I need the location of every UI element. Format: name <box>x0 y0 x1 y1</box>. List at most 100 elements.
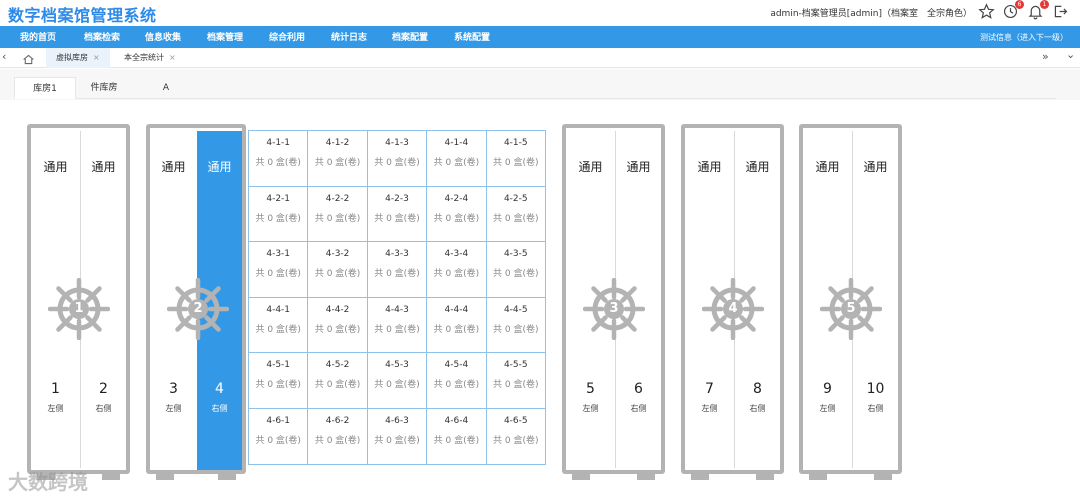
shelf-position: 4-4-3 <box>385 304 409 315</box>
door-number: 7 <box>705 381 714 397</box>
shelf-cell[interactable]: 4-3-1 共 0 盒(卷) <box>247 241 309 298</box>
shelf-row: 4-5-1 共 0 盒(卷) 4-5-2 共 0 盒(卷) 4-5-3 共 0 盒(卷) 4… <box>247 352 547 409</box>
door-side: 左侧 <box>582 404 599 413</box>
shelf-cell[interactable]: 4-1-4 共 0 盒(卷) <box>426 130 487 187</box>
nav-info-collect[interactable]: 信息收集 <box>145 30 181 43</box>
subtab-a[interactable]: A <box>142 77 190 99</box>
shelf-cell[interactable]: 4-1-1 共 0 盒(卷) <box>247 130 309 187</box>
shelf-cell[interactable]: 4-3-5 共 0 盒(卷) <box>485 241 547 298</box>
wheel-number: 4 <box>728 301 738 316</box>
shelf-position: 4-3-1 <box>266 249 291 260</box>
shelf-count: 共 0 盒(卷) <box>433 324 480 335</box>
tab-fonds-stats[interactable]: 本全宗统计 × <box>114 48 186 68</box>
steering-wheel-icon[interactable]: 4 <box>702 278 764 340</box>
door-side: 右侧 <box>867 404 884 413</box>
tab-scroll-left[interactable]: ‹ <box>2 50 6 63</box>
shelf-cell[interactable]: 4-2-3 共 0 盒(卷) <box>366 185 428 243</box>
shelf-cell[interactable]: 4-3-4 共 0 盒(卷) <box>426 241 487 298</box>
door-label: 通用 <box>43 160 68 174</box>
clock-icon[interactable]: 6 <box>1002 0 1024 20</box>
shelf-cell[interactable]: 4-6-1 共 0 盒(卷) <box>247 407 309 465</box>
bell-icon[interactable]: 1 <box>1027 0 1049 20</box>
shelf-cell[interactable]: 4-5-1 共 0 盒(卷) <box>247 352 309 409</box>
shelf-cell[interactable]: 4-4-2 共 0 盒(卷) <box>307 296 368 354</box>
shelf-cell[interactable]: 4-5-4 共 0 盒(卷) <box>426 352 487 409</box>
steering-wheel-icon[interactable]: 2 <box>167 278 229 340</box>
shelf-position: 4-3-2 <box>325 249 350 260</box>
shelf-count: 共 0 盒(卷) <box>433 213 480 224</box>
shelf-cell[interactable]: 4-4-3 共 0 盒(卷) <box>366 296 428 354</box>
door-side: 左侧 <box>47 404 64 413</box>
shelf-cell[interactable]: 4-2-2 共 0 盒(卷) <box>307 185 368 243</box>
shelf-cell[interactable]: 4-1-2 共 0 盒(卷) <box>307 130 368 187</box>
clock-badge: 6 <box>1015 0 1024 9</box>
steering-wheel-icon[interactable]: 3 <box>583 278 645 340</box>
user-info[interactable]: admin-档案管理员[admin]（档案室 全宗角色） <box>770 6 972 19</box>
nav-utilization[interactable]: 综合利用 <box>269 30 305 43</box>
shelf-cell[interactable]: 4-1-5 共 0 盒(卷) <box>485 130 547 187</box>
main-nav: 我的首页 档案检索 信息收集 档案管理 综合利用 统计日志 档案配置 系统配置 … <box>0 26 1080 48</box>
shelf-position: 4-5-2 <box>325 360 350 371</box>
nav-system-config[interactable]: 系统配置 <box>454 30 490 43</box>
close-icon[interactable]: × <box>169 53 176 62</box>
door-label: 通用 <box>626 160 651 174</box>
chevron-down-icon[interactable]: ⌄ <box>1066 48 1075 61</box>
shelf-count: 共 0 盒(卷) <box>374 158 420 168</box>
shelf-cell[interactable]: 4-4-1 共 0 盒(卷) <box>247 296 309 354</box>
shelf-cell[interactable]: 4-5-5 共 0 盒(卷) <box>485 352 547 409</box>
shelf-position: 4-4-1 <box>266 304 291 315</box>
nav-home[interactable]: 我的首页 <box>20 30 56 43</box>
subtab-item-warehouse[interactable]: 件库房 <box>76 77 132 99</box>
shelf-count: 共 0 盒(卷) <box>374 435 420 446</box>
shelf-position: 4-3-4 <box>444 249 469 260</box>
shelf-cell[interactable]: 4-5-2 共 0 盒(卷) <box>307 352 368 409</box>
shelf-cell[interactable]: 4-5-3 共 0 盒(卷) <box>366 352 428 409</box>
wheel-number: 5 <box>846 301 856 316</box>
door-side: 左侧 <box>165 404 182 413</box>
subtab-warehouse-1[interactable]: 库房1 <box>14 77 76 99</box>
shelf-count: 共 0 盒(卷) <box>433 380 480 391</box>
shelf-count: 共 0 盒(卷) <box>433 158 480 168</box>
shelf-position: 4-6-3 <box>385 415 409 426</box>
app-title: 数字档案馆管理系统 <box>8 6 157 25</box>
tab-virtual-warehouse[interactable]: 虚拟库房 × <box>46 48 110 68</box>
door-label: 通用 <box>697 160 722 174</box>
shelf-cell[interactable]: 4-2-5 共 0 盒(卷) <box>485 185 547 243</box>
close-icon[interactable]: × <box>93 53 100 62</box>
shelf-position: 4-4-5 <box>503 304 528 315</box>
shelf-cell[interactable]: 4-3-2 共 0 盒(卷) <box>307 241 368 298</box>
nav-archive-manage[interactable]: 档案管理 <box>207 30 243 43</box>
shelf-position: 4-6-2 <box>325 415 350 426</box>
shelf-cell[interactable]: 4-6-5 共 0 盒(卷) <box>485 407 547 465</box>
shelf-count: 共 0 盒(卷) <box>433 435 480 446</box>
shelf-cell[interactable]: 4-1-3 共 0 盒(卷) <box>366 130 428 187</box>
shelf-row: 4-4-1 共 0 盒(卷) 4-4-2 共 0 盒(卷) 4-4-3 共 0 盒(卷) 4… <box>247 296 547 354</box>
shelf-position: 4-6-4 <box>444 415 469 426</box>
shelf-cell[interactable]: 4-2-4 共 0 盒(卷) <box>426 185 487 243</box>
shelf-position: 4-1-5 <box>503 138 528 148</box>
shelf-cell[interactable]: 4-3-3 共 0 盒(卷) <box>366 241 428 298</box>
shelf-count: 共 0 盒(卷) <box>255 213 301 224</box>
shelf-cell[interactable]: 4-4-5 共 0 盒(卷) <box>485 296 547 354</box>
door-label: 通用 <box>161 160 186 174</box>
wheel-number: 3 <box>609 301 619 316</box>
shelf-cell[interactable]: 4-4-4 共 0 盒(卷) <box>426 296 487 354</box>
nav-test-info[interactable]: 测试信息（进入下一级） <box>980 32 1068 43</box>
watermark-logo: 大数跨境 <box>8 470 88 494</box>
shelf-count: 共 0 盒(卷) <box>374 380 420 391</box>
nav-archive-config[interactable]: 档案配置 <box>392 30 428 43</box>
star-icon[interactable] <box>978 3 995 20</box>
shelf-cell[interactable]: 4-6-4 共 0 盒(卷) <box>426 407 487 465</box>
shelf-cell[interactable]: 4-2-1 共 0 盒(卷) <box>247 185 309 243</box>
door-number: 2 <box>99 381 108 397</box>
tab-scroll-right[interactable]: » <box>1042 50 1049 63</box>
home-icon[interactable] <box>22 51 35 65</box>
logout-icon[interactable] <box>1052 3 1069 20</box>
shelf-cell[interactable]: 4-6-3 共 0 盒(卷) <box>366 407 428 465</box>
nav-archive-search[interactable]: 档案检索 <box>84 30 120 43</box>
steering-wheel-icon[interactable]: 1 <box>48 278 110 340</box>
nav-stats-log[interactable]: 统计日志 <box>331 30 367 43</box>
shelf-cell[interactable]: 4-6-2 共 0 盒(卷) <box>307 407 368 465</box>
door-label: 通用 <box>91 160 116 174</box>
steering-wheel-icon[interactable]: 5 <box>820 278 882 340</box>
